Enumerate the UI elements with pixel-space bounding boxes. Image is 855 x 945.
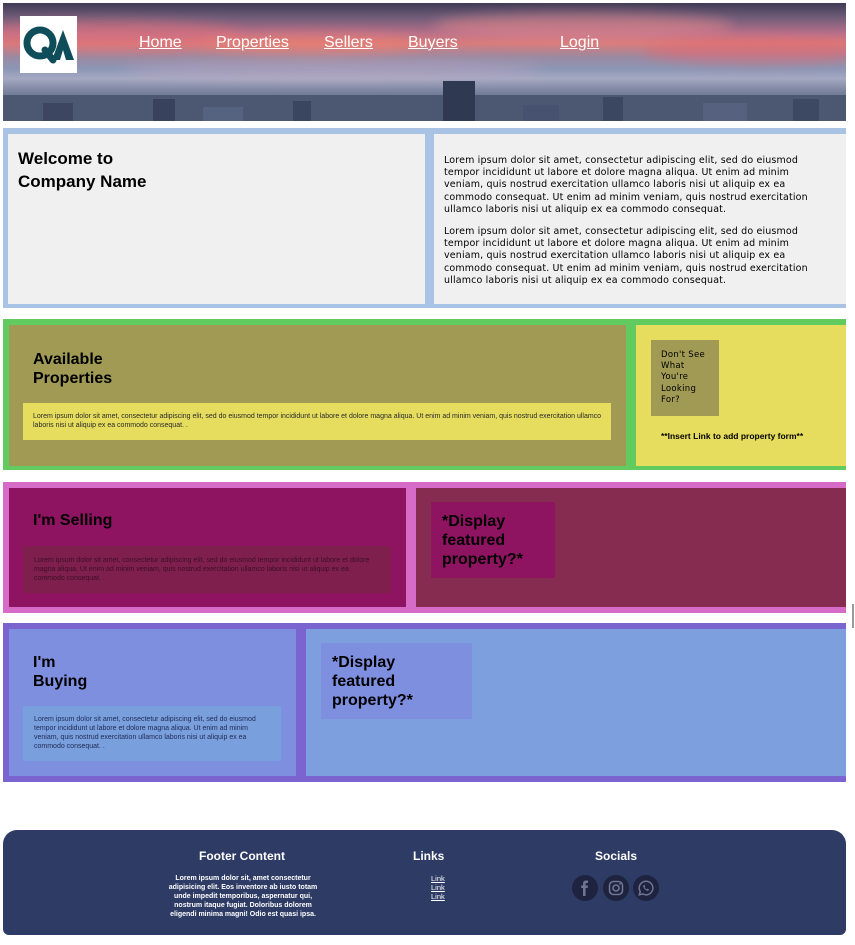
selling-title: I'm Selling	[33, 512, 113, 529]
properties-panel	[9, 325, 626, 466]
lookfor-line: Looking	[661, 383, 697, 394]
featured-title-line: *Display	[332, 654, 396, 671]
footer-links-heading: Links	[413, 849, 445, 863]
footer-content-heading: Footer Content	[199, 849, 285, 863]
properties-title-line: Available	[33, 351, 103, 368]
welcome-title: Welcome to Company Name	[18, 147, 218, 193]
city-skyline	[3, 81, 846, 121]
footer-content-text: Lorem ipsum dolor sit, amet consectetur …	[168, 875, 318, 918]
footer-link[interactable]: Link	[431, 874, 445, 883]
insert-link-placeholder[interactable]: **Insert Link to add property form**	[661, 431, 803, 441]
nav-home[interactable]: Home	[139, 34, 182, 52]
featured-property-title: *Display featured property?*	[332, 653, 413, 710]
logo[interactable]	[20, 16, 77, 73]
lookfor-line: You're	[661, 372, 689, 383]
selling-text: Lorem ipsum dolor sit amet, consectetur …	[34, 557, 370, 583]
properties-title: Available Properties	[33, 350, 112, 388]
nav-sellers[interactable]: Sellers	[324, 34, 373, 52]
welcome-title-line: Company Name	[18, 172, 147, 191]
footer	[3, 830, 846, 935]
lookfor-line: Don't See	[661, 350, 706, 360]
featured-title-line: *Display	[442, 513, 506, 530]
buying-title-line: Buying	[33, 673, 88, 690]
lookfor-line: What	[661, 361, 685, 372]
nav-login[interactable]: Login	[560, 34, 599, 52]
footer-link[interactable]: Link	[431, 883, 445, 892]
buying-text: Lorem ipsum dolor sit amet, consectetur …	[34, 716, 256, 751]
welcome-title-line: Welcome to	[18, 149, 114, 168]
lookfor-text: Don't See What You're Looking For?	[661, 350, 716, 406]
header-banner	[3, 3, 846, 121]
lookfor-line: For?	[661, 394, 680, 405]
featured-title-line: property?*	[442, 551, 523, 568]
buying-title: I'm Buying	[33, 653, 87, 691]
nav-properties[interactable]: Properties	[216, 34, 289, 52]
featured-title-line: featured	[332, 673, 396, 690]
facebook-icon[interactable]	[572, 875, 598, 901]
scrollbar-thumb[interactable]	[852, 604, 854, 628]
qa-logo-icon	[23, 26, 74, 64]
properties-title-line: Properties	[33, 370, 113, 387]
welcome-paragraph: Lorem ipsum dolor sit amet, consectetur …	[444, 155, 808, 215]
featured-property-title: *Display featured property?*	[442, 512, 523, 569]
nav-buyers[interactable]: Buyers	[408, 34, 458, 52]
properties-text: Lorem ipsum dolor sit amet, consectetur …	[33, 413, 602, 430]
instagram-icon[interactable]	[603, 875, 629, 901]
welcome-paragraph: Lorem ipsum dolor sit amet, consectetur …	[444, 226, 808, 286]
buying-title-line: I'm	[33, 654, 56, 671]
featured-title-line: featured	[442, 532, 506, 549]
footer-link[interactable]: Link	[431, 892, 445, 901]
featured-title-line: property?*	[332, 692, 413, 709]
footer-socials-heading: Socials	[595, 849, 638, 863]
whatsapp-icon[interactable]	[633, 875, 659, 901]
